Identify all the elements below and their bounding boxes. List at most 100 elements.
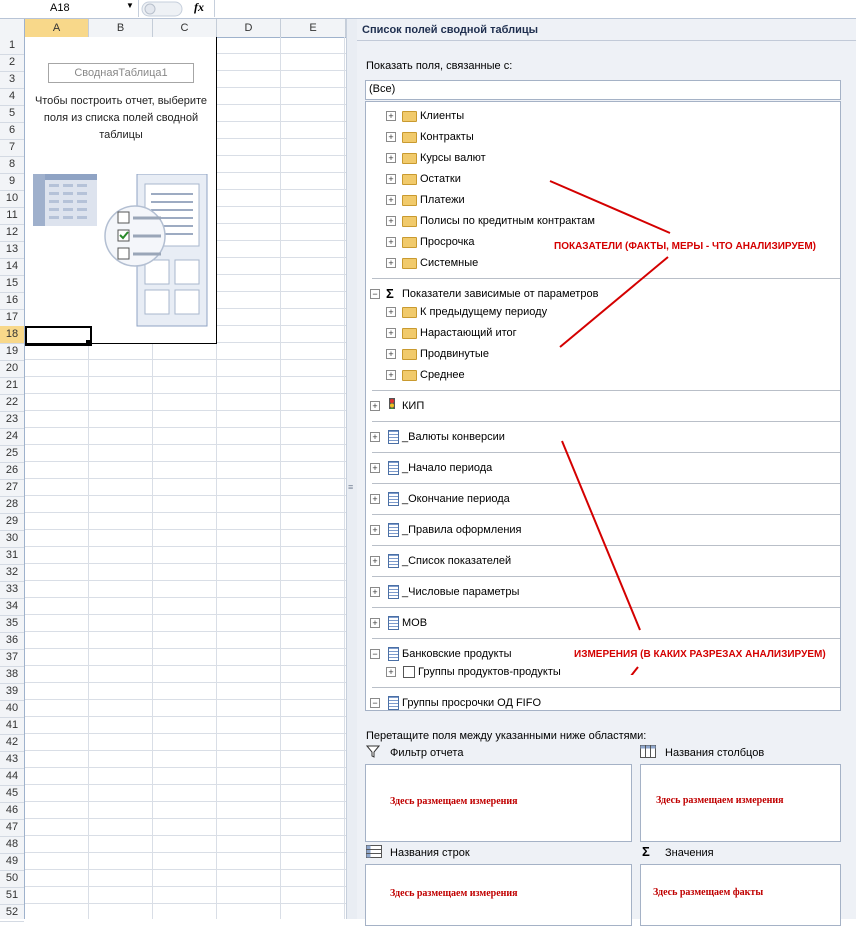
name-box[interactable]: A18 ▼ xyxy=(0,0,139,17)
collapse-icon[interactable]: − xyxy=(370,289,380,299)
expand-icon[interactable]: + xyxy=(370,618,380,628)
select-all-corner[interactable] xyxy=(0,19,25,37)
expand-icon[interactable]: + xyxy=(370,401,380,411)
row-header[interactable]: 24 xyxy=(0,428,24,446)
column-labels-dropzone[interactable]: Здесь размещаем измерения xyxy=(640,764,841,842)
active-cell[interactable] xyxy=(25,326,92,346)
row-header[interactable]: 44 xyxy=(0,768,24,786)
row-header[interactable]: 26 xyxy=(0,462,24,480)
row-header[interactable]: 10 xyxy=(0,190,24,208)
values-dropzone[interactable]: Здесь размещаем факты xyxy=(640,864,841,926)
expand-icon[interactable]: + xyxy=(386,258,396,268)
row-header[interactable]: 35 xyxy=(0,615,24,633)
splitter-grip-icon[interactable]: ≡ xyxy=(348,482,353,492)
row-header[interactable]: 12 xyxy=(0,224,24,242)
expand-icon[interactable]: + xyxy=(386,174,396,184)
expand-icon[interactable]: + xyxy=(386,195,396,205)
row-header[interactable]: 47 xyxy=(0,819,24,837)
row-header[interactable]: 20 xyxy=(0,360,24,378)
expand-icon[interactable]: + xyxy=(386,111,396,121)
expand-icon[interactable]: + xyxy=(386,153,396,163)
row-header[interactable]: 28 xyxy=(0,496,24,514)
expand-icon[interactable]: + xyxy=(370,525,380,535)
row-header[interactable]: 7 xyxy=(0,139,24,157)
expand-icon[interactable]: + xyxy=(386,328,396,338)
column-header-c[interactable]: C xyxy=(153,19,217,37)
expand-icon[interactable]: + xyxy=(370,556,380,566)
folder-icon xyxy=(402,111,417,122)
chevron-down-icon[interactable]: ▼ xyxy=(126,1,134,10)
row-labels-dropzone[interactable]: Здесь размещаем измерения xyxy=(365,864,632,926)
row-header[interactable]: 21 xyxy=(0,377,24,395)
row-header[interactable]: 27 xyxy=(0,479,24,497)
row-header[interactable]: 4 xyxy=(0,88,24,106)
row-header[interactable]: 30 xyxy=(0,530,24,548)
row-header[interactable]: 52 xyxy=(0,904,24,922)
row-header[interactable]: 9 xyxy=(0,173,24,191)
row-header[interactable]: 19 xyxy=(0,343,24,361)
row-header[interactable]: 17 xyxy=(0,309,24,327)
row-header[interactable]: 39 xyxy=(0,683,24,701)
row-header[interactable]: 42 xyxy=(0,734,24,752)
formula-input[interactable] xyxy=(214,0,856,17)
row-header[interactable]: 15 xyxy=(0,275,24,293)
row-header[interactable]: 51 xyxy=(0,887,24,905)
row-header[interactable]: 45 xyxy=(0,785,24,803)
row-header[interactable]: 37 xyxy=(0,649,24,667)
expand-icon[interactable]: + xyxy=(370,587,380,597)
checkbox-icon[interactable] xyxy=(403,666,415,678)
show-fields-select[interactable]: (Все) xyxy=(365,80,841,100)
row-header[interactable]: 50 xyxy=(0,870,24,888)
row-header[interactable]: 38 xyxy=(0,666,24,684)
folder-icon xyxy=(402,307,417,318)
row-header[interactable]: 33 xyxy=(0,581,24,599)
row-header[interactable]: 46 xyxy=(0,802,24,820)
column-header-b[interactable]: B xyxy=(89,19,153,37)
pane-splitter[interactable] xyxy=(346,19,357,919)
tree-item-label: Курсы валют xyxy=(420,152,486,164)
row-header[interactable]: 49 xyxy=(0,853,24,871)
row-header[interactable]: 43 xyxy=(0,751,24,769)
row-header[interactable]: 22 xyxy=(0,394,24,412)
expand-icon[interactable]: + xyxy=(386,349,396,359)
row-header[interactable]: 36 xyxy=(0,632,24,650)
row-header[interactable]: 31 xyxy=(0,547,24,565)
row-header[interactable]: 2 xyxy=(0,54,24,72)
row-header[interactable]: 29 xyxy=(0,513,24,531)
column-header-a[interactable]: A xyxy=(25,19,89,39)
expand-icon[interactable]: + xyxy=(386,237,396,247)
row-header[interactable]: 41 xyxy=(0,717,24,735)
row-header[interactable]: 34 xyxy=(0,598,24,616)
report-filter-dropzone[interactable]: Здесь размещаем измерения xyxy=(365,764,632,842)
expand-icon[interactable]: + xyxy=(370,463,380,473)
row-header[interactable]: 3 xyxy=(0,71,24,89)
expand-icon[interactable]: + xyxy=(370,432,380,442)
row-header[interactable]: 13 xyxy=(0,241,24,259)
row-header[interactable]: 1 xyxy=(0,37,24,55)
fill-handle[interactable] xyxy=(86,340,91,345)
fx-icon[interactable]: fx xyxy=(194,0,204,15)
expand-icon[interactable]: + xyxy=(370,494,380,504)
expand-icon[interactable]: + xyxy=(386,307,396,317)
collapse-icon[interactable]: − xyxy=(370,698,380,708)
row-header[interactable]: 14 xyxy=(0,258,24,276)
row-header[interactable]: 25 xyxy=(0,445,24,463)
row-header[interactable]: 11 xyxy=(0,207,24,225)
column-header-e[interactable]: E xyxy=(281,19,346,37)
expand-icon[interactable]: + xyxy=(386,667,396,677)
row-header[interactable]: 8 xyxy=(0,156,24,174)
expand-icon[interactable]: + xyxy=(386,216,396,226)
pivot-hint-text: Чтобы построить отчет, выберите поля из … xyxy=(34,95,208,141)
row-header[interactable]: 32 xyxy=(0,564,24,582)
expand-icon[interactable]: + xyxy=(386,370,396,380)
row-header[interactable]: 48 xyxy=(0,836,24,854)
column-header-d[interactable]: D xyxy=(217,19,281,37)
row-header[interactable]: 18 xyxy=(0,326,24,344)
row-header[interactable]: 6 xyxy=(0,122,24,140)
expand-icon[interactable]: + xyxy=(386,132,396,142)
row-header[interactable]: 5 xyxy=(0,105,24,123)
collapse-icon[interactable]: − xyxy=(370,649,380,659)
row-header[interactable]: 16 xyxy=(0,292,24,310)
row-header[interactable]: 40 xyxy=(0,700,24,718)
row-header[interactable]: 23 xyxy=(0,411,24,429)
